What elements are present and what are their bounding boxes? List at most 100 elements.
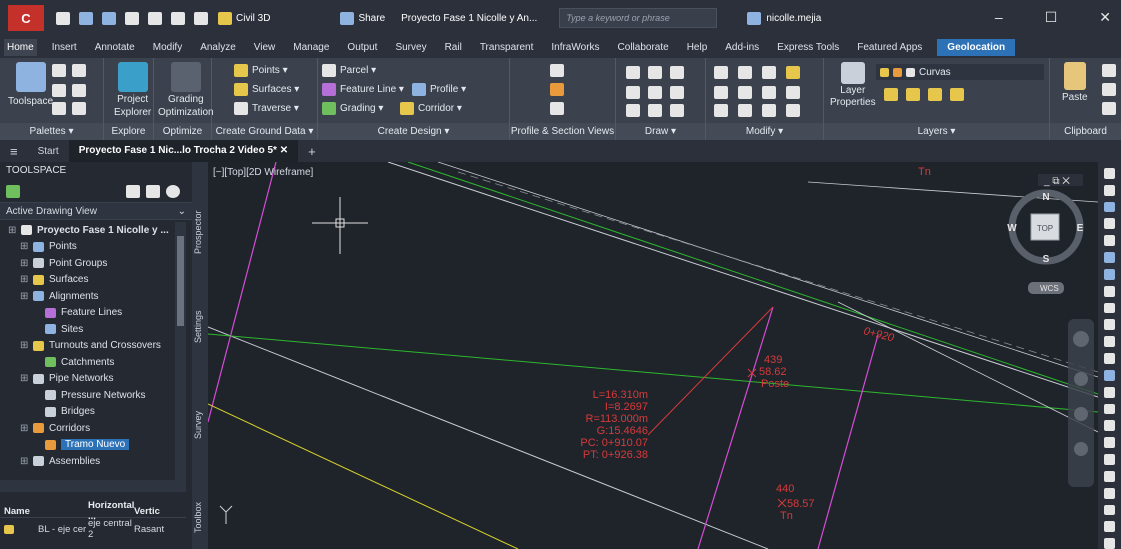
rect-icon[interactable] (670, 86, 684, 99)
ribbon-tab-infraworks[interactable]: InfraWorks (548, 39, 602, 56)
ribbon-tab-express-tools[interactable]: Express Tools (774, 39, 842, 56)
zoom-icon[interactable] (1074, 407, 1088, 421)
expand-icon[interactable]: ⊞ (20, 423, 28, 434)
layer-dropdown[interactable]: Curvas (876, 64, 1044, 80)
ribbon-tab-insert[interactable]: Insert (49, 39, 80, 56)
tool-icon[interactable] (1104, 521, 1115, 533)
item-view-icon[interactable] (146, 184, 160, 198)
tree-item[interactable]: ⊞ Assemblies (0, 453, 174, 470)
ellipse-icon[interactable] (648, 104, 662, 117)
ribbon-tab-view[interactable]: View (251, 39, 279, 56)
expand-icon[interactable]: ⊞ (20, 456, 28, 467)
expand-icon[interactable]: ⊞ (20, 274, 28, 285)
expand-icon[interactable]: ⊞ (8, 225, 16, 236)
drawing-view-select[interactable]: Active Drawing View ⌄ (0, 202, 192, 220)
hatch-icon[interactable] (670, 104, 684, 117)
grading-button[interactable]: Grading ▾ (322, 102, 383, 115)
tree-item[interactable]: ⊞ Proyecto Fase 1 Nicolle y ... (0, 222, 174, 239)
ribbon-tab-survey[interactable]: Survey (392, 39, 429, 56)
new-tab-button[interactable]: + (298, 144, 326, 159)
tree-scrollbar[interactable] (175, 222, 186, 480)
sample-lines-icon[interactable] (550, 83, 564, 96)
tool-icon[interactable] (1104, 235, 1115, 247)
rotate-icon[interactable] (738, 66, 752, 79)
steering-wheel-icon[interactable] (1073, 331, 1089, 347)
tool-icon[interactable] (1104, 336, 1115, 348)
properties-icon[interactable] (52, 64, 66, 77)
toolspace-button[interactable]: Toolspace (8, 62, 53, 107)
tool-icon[interactable] (1104, 302, 1115, 314)
tool-icon[interactable] (1104, 437, 1115, 449)
point-icon[interactable] (626, 86, 640, 99)
tree-item[interactable]: Feature Lines (0, 305, 174, 322)
layer-properties-button[interactable]: Layer Properties (830, 62, 876, 108)
ribbon-tab-featured-apps[interactable]: Featured Apps (854, 39, 925, 56)
compass-e[interactable]: E (1077, 223, 1084, 234)
compass-w[interactable]: W (1007, 223, 1017, 234)
offset-icon[interactable] (786, 104, 800, 117)
expand-icon[interactable]: ⊞ (20, 241, 28, 252)
close-button[interactable]: ✕ (1099, 9, 1111, 26)
project-explorer-button[interactable]: Project Explorer (114, 62, 151, 118)
search-input[interactable]: Type a keyword or phrase (559, 8, 718, 28)
tab-prospector[interactable]: Prospector (193, 202, 207, 262)
user-menu[interactable]: nicolle.mejia (747, 11, 821, 25)
save-icon[interactable] (102, 11, 116, 25)
array-icon[interactable] (762, 104, 776, 117)
tree-item[interactable]: Bridges (0, 404, 174, 421)
maximize-button[interactable]: ☐ (1045, 9, 1058, 26)
tab-toolbox[interactable]: Toolbox (193, 492, 207, 542)
viewport-label[interactable]: [−][Top][2D Wireframe] (213, 167, 313, 178)
pan-icon[interactable] (1074, 372, 1088, 386)
compass-s[interactable]: S (1043, 254, 1050, 265)
section-view-icon[interactable] (550, 102, 564, 115)
ribbon-tab-rail[interactable]: Rail (442, 39, 465, 56)
line-icon[interactable] (626, 66, 640, 79)
tool-icon[interactable] (1104, 252, 1115, 263)
tool-icon[interactable] (1104, 420, 1115, 432)
profile-view-icon[interactable] (550, 64, 564, 77)
drawing-viewport[interactable]: 0+920 439 58.62 Poste 440 58.57 Tn Tn L=… (208, 162, 1098, 549)
spline-icon[interactable] (626, 104, 640, 117)
arc-icon[interactable] (648, 66, 662, 79)
ribbon-tab-transparent[interactable]: Transparent (477, 39, 537, 56)
tool-icon[interactable] (1104, 285, 1115, 297)
viewport-restore-icon[interactable]: _ ⧉ ✕ (1043, 176, 1070, 187)
tree-item[interactable]: Catchments (0, 354, 174, 371)
fillet-icon[interactable] (762, 86, 776, 99)
tab-survey[interactable]: Survey (193, 402, 207, 447)
stretch-icon[interactable] (714, 104, 728, 117)
tree-item[interactable]: Pressure Networks (0, 387, 174, 404)
ribbon-tab-modify[interactable]: Modify (150, 39, 185, 56)
settings-icon[interactable] (72, 64, 86, 77)
tool-icon[interactable] (1104, 218, 1115, 230)
tool-icon[interactable] (1104, 403, 1115, 415)
scale-icon[interactable] (738, 104, 752, 117)
ribbon-tab-add-ins[interactable]: Add-ins (722, 39, 762, 56)
layer-prev-icon[interactable] (906, 88, 920, 101)
tree-item[interactable]: ⊞ Pipe Networks (0, 371, 174, 388)
undo-icon[interactable] (171, 11, 185, 25)
grid-icon[interactable] (72, 102, 86, 115)
scroll-thumb[interactable] (177, 236, 184, 326)
col-vertical[interactable]: Vertic (134, 506, 190, 517)
tree-item[interactable]: ⊞ Corridors (0, 420, 174, 437)
match-prop-icon[interactable] (1102, 102, 1116, 115)
points-button[interactable]: Points ▾ (234, 64, 288, 77)
menu-icon[interactable]: ≡ (0, 144, 28, 159)
ribbon-tab-geolocation[interactable]: Geolocation (937, 38, 1016, 56)
plot-icon[interactable] (148, 11, 162, 25)
polyline-icon[interactable] (670, 66, 684, 79)
app-logo[interactable]: C (8, 5, 44, 31)
calc-icon[interactable] (72, 84, 86, 97)
tree-item[interactable]: ⊞ Turnouts and Crossovers (0, 338, 174, 355)
erase-icon[interactable] (786, 66, 800, 79)
expand-icon[interactable]: ⊞ (20, 258, 28, 269)
tool-icon[interactable] (1104, 470, 1115, 482)
profile-button[interactable]: Profile ▾ (412, 83, 466, 96)
ribbon-tab-help[interactable]: Help (684, 39, 711, 56)
tree-item[interactable]: ⊞ Point Groups (0, 255, 174, 272)
close-tab-icon[interactable]: ✕ (280, 145, 288, 156)
layer-icon[interactable] (52, 84, 66, 97)
minimize-button[interactable]: – (995, 9, 1003, 26)
